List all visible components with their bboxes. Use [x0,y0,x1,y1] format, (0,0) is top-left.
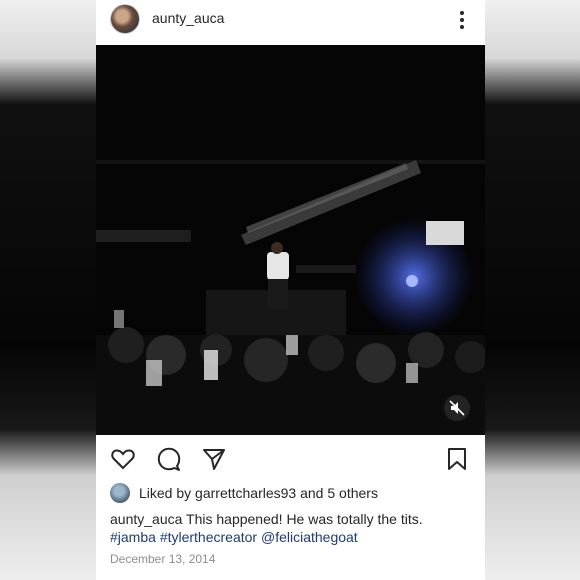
post-header: aunty_auca [96,0,485,45]
mention-feliciathegoat[interactable]: @feliciathegoat [261,529,358,545]
concert-scene [96,45,485,435]
instagram-post: aunty_auca Liked by garrettcharles93 and… [96,0,485,580]
post-username[interactable]: aunty_auca [152,10,224,26]
liker-avatar[interactable] [110,483,130,503]
likes-prefix: Liked by [139,485,196,501]
likes-others[interactable]: 5 others [327,485,378,501]
comment-icon[interactable] [156,446,182,472]
post-date: December 13, 2014 [110,552,216,566]
heart-icon[interactable] [110,446,136,472]
caption-tags: #jamba #tylerthecreator @feliciathegoat [110,527,358,547]
likes-text: Liked by garrettcharles93 and 5 others [139,485,378,501]
post-caption: aunty_auca This happened! He was totally… [110,509,470,529]
avatar[interactable] [110,4,140,34]
caption-username[interactable]: aunty_auca [110,511,182,527]
hashtag-jamba[interactable]: #jamba [110,529,156,545]
bookmark-icon[interactable] [444,446,470,472]
post-actions [96,440,485,476]
hashtag-tylerthecreator[interactable]: #tylerthecreator [160,529,257,545]
speaker-muted-icon[interactable] [444,395,470,421]
post-video[interactable] [96,45,485,435]
more-vertical-icon[interactable] [454,8,470,30]
likes-middle: and [296,485,328,501]
send-icon[interactable] [201,446,227,472]
liker-username[interactable]: garrettcharles93 [195,485,296,501]
caption-text: This happened! He was totally the tits. [182,511,423,527]
